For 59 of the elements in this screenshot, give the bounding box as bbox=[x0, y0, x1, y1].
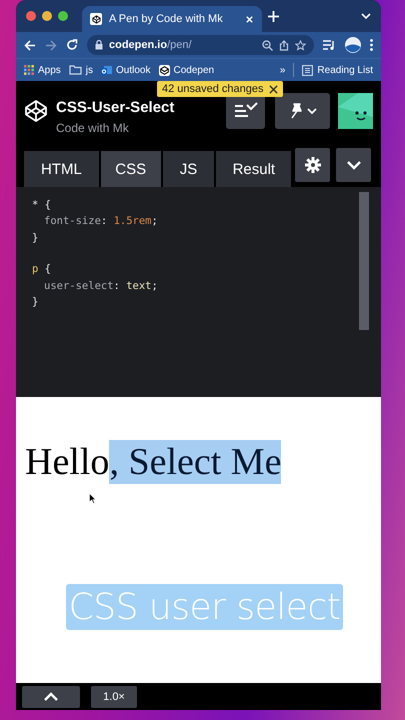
share-icon[interactable] bbox=[279, 40, 289, 50]
codepen-icon bbox=[90, 13, 102, 25]
settings-button[interactable] bbox=[295, 148, 330, 182]
settings-icon bbox=[304, 157, 321, 173]
bookmark[interactable]: Codepen bbox=[174, 64, 214, 76]
folder-icon bbox=[68, 65, 82, 75]
more-icon[interactable] bbox=[370, 39, 373, 51]
chevron-down-icon[interactable] bbox=[361, 13, 371, 19]
code-line: p { bbox=[32, 262, 52, 278]
code-line: * { bbox=[32, 198, 52, 213]
zoom-button[interactable]: 1.0× bbox=[91, 686, 137, 708]
new-tab-icon[interactable] bbox=[268, 10, 279, 22]
lock-icon bbox=[95, 40, 103, 50]
collapse-button[interactable] bbox=[336, 148, 371, 182]
code-line: font-size: 1.5rem; bbox=[43, 214, 159, 230]
bookmark[interactable]: Apps bbox=[38, 64, 61, 76]
close-icon[interactable] bbox=[268, 84, 278, 94]
code-line: } bbox=[32, 230, 40, 246]
editor-tab[interactable]: Result bbox=[216, 151, 292, 187]
editor-tab[interactable]: HTML bbox=[24, 151, 99, 187]
code-line: } bbox=[32, 294, 40, 310]
reading-list-icon bbox=[302, 64, 314, 76]
codepen-icon bbox=[158, 64, 170, 76]
unsaved-changes-badge[interactable]: 42 unsaved changes bbox=[157, 81, 283, 97]
chevron-down-icon bbox=[306, 108, 316, 114]
result-text: Hello bbox=[25, 440, 110, 484]
window-controls-icon[interactable] bbox=[26, 11, 70, 21]
pin-button[interactable] bbox=[275, 93, 330, 129]
bookmarks-overflow[interactable]: » bbox=[280, 64, 286, 76]
browser-tab[interactable]: A Pen by Code with Mk bbox=[82, 6, 262, 32]
apps-grid-icon bbox=[24, 65, 34, 75]
codepen-logo-icon[interactable] bbox=[24, 99, 48, 123]
address-bar[interactable]: codepen.io/pen/ bbox=[87, 35, 314, 55]
back-icon[interactable] bbox=[24, 40, 36, 50]
editor-tab[interactable]: CSS bbox=[100, 151, 161, 187]
chevron-up-icon bbox=[43, 692, 59, 702]
zoom-icon[interactable] bbox=[262, 40, 273, 50]
expand-console-button[interactable] bbox=[22, 686, 80, 708]
scrollbar[interactable] bbox=[359, 192, 369, 330]
pen-title[interactable]: CSS-User-Select bbox=[56, 99, 218, 116]
caption: CSS user select bbox=[66, 584, 343, 630]
pin-icon bbox=[288, 103, 302, 119]
media-queue-icon[interactable] bbox=[323, 40, 336, 50]
pen-author[interactable]: Code with Mk bbox=[56, 121, 218, 135]
outlook-icon bbox=[101, 64, 112, 76]
editor-tab[interactable]: JS bbox=[162, 151, 214, 187]
profile-avatar-icon[interactable] bbox=[345, 37, 361, 53]
chevron-down-icon bbox=[346, 160, 362, 170]
user-avatar-icon[interactable] bbox=[338, 93, 373, 129]
list-check-icon bbox=[234, 102, 258, 120]
bookmark[interactable]: js bbox=[86, 64, 94, 76]
star-icon[interactable] bbox=[295, 40, 306, 50]
code-line: user-select: text; bbox=[43, 278, 159, 294]
forward-icon[interactable] bbox=[45, 40, 57, 50]
bookmark[interactable]: Outlook bbox=[116, 64, 150, 76]
reading-list[interactable]: Reading List bbox=[317, 64, 373, 76]
reload-icon[interactable] bbox=[66, 39, 78, 51]
cursor-icon bbox=[89, 493, 96, 504]
selected-text: , Select Me bbox=[109, 440, 282, 484]
